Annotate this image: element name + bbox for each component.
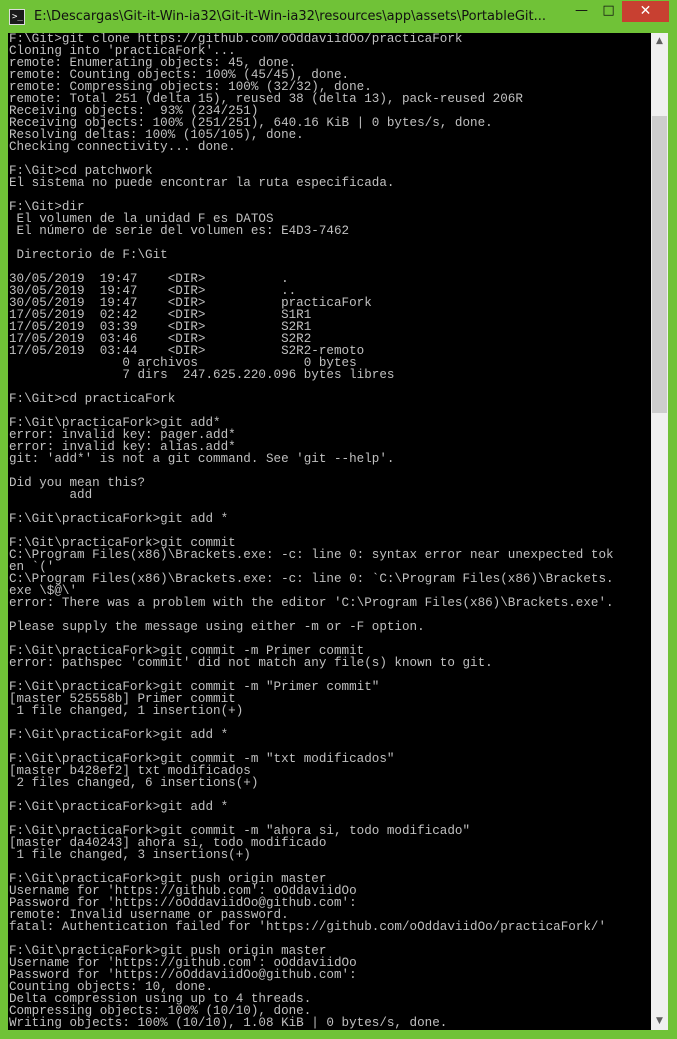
close-button[interactable]: ✕ [622, 1, 669, 22]
console-line: F:\Git\practicaFork>git add * [9, 512, 229, 526]
console-text: F:\Git>git clone https://github.com/oOdd… [8, 33, 651, 1029]
window-title: E:\Descargas\Git-it-Win-ia32\Git-it-Win-… [34, 9, 547, 24]
console-line: El número de serie del volumen es: E4D3-… [9, 224, 350, 238]
maximize-button[interactable]: □ [595, 1, 622, 22]
console-line: error: pathspec 'commit' did not match a… [9, 656, 493, 670]
console-line: 2 files changed, 6 insertions(+) [9, 776, 259, 790]
console-line: El sistema no puede encontrar la ruta es… [9, 176, 395, 190]
console-line: 1 file changed, 1 insertion(+) [9, 704, 244, 718]
terminal-icon[interactable]: >_ [9, 9, 25, 25]
console-line: Writing objects: 100% (10/10), 1.08 KiB … [9, 1016, 448, 1030]
console-line: F:\Git\practicaFork>git add * [9, 800, 229, 814]
console-line: add [9, 488, 93, 502]
console-window: >_ E:\Descargas\Git-it-Win-ia32\Git-it-W… [0, 0, 677, 1039]
console-line: F:\Git\practicaFork>git add * [9, 728, 229, 742]
console-line: C:\Program Files(x86)\Brackets.exe: -c: … [9, 548, 614, 562]
console-line: C:\Program Files(x86)\Brackets.exe: -c: … [9, 572, 614, 586]
console-line: error: There was a problem with the edit… [9, 596, 614, 610]
title-bar[interactable]: >_ E:\Descargas\Git-it-Win-ia32\Git-it-W… [0, 0, 677, 33]
console-line: Please supply the message using either -… [9, 620, 425, 634]
console-line: Directorio de F:\Git [9, 248, 168, 262]
vertical-scrollbar[interactable]: ▲ ▼ [651, 33, 668, 1030]
console-output[interactable]: F:\Git>git clone https://github.com/oOdd… [8, 33, 651, 1030]
minimize-button[interactable]: — [568, 1, 595, 22]
console-line: 7 dirs 247.625.220.096 bytes libres [9, 368, 395, 382]
scroll-down-arrow-icon[interactable]: ▼ [651, 1013, 668, 1030]
console-line: fatal: Authentication failed for 'https:… [9, 920, 607, 934]
scroll-up-arrow-icon[interactable]: ▲ [651, 33, 668, 50]
console-line: F:\Git>cd practicaFork [9, 392, 176, 406]
console-line: 1 file changed, 3 insertions(+) [9, 848, 251, 862]
scrollbar-thumb[interactable] [652, 116, 667, 413]
console-line: git: 'add*' is not a git command. See 'g… [9, 452, 395, 466]
console-line: Checking connectivity... done. [9, 140, 236, 154]
